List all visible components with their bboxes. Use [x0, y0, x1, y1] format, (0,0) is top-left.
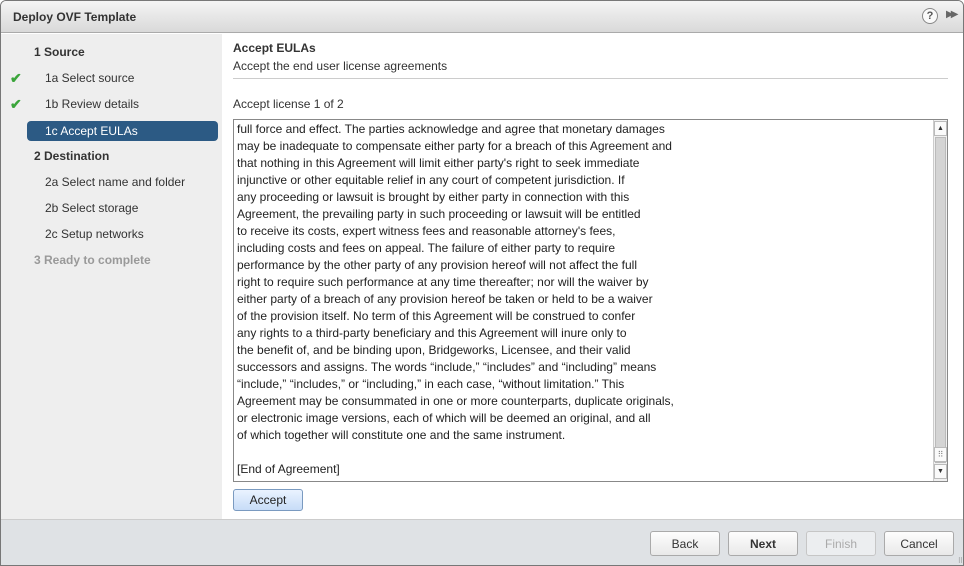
- next-button[interactable]: Next: [728, 531, 798, 556]
- check-icon: ✔: [10, 70, 22, 86]
- eula-text: full force and effect. The parties ackno…: [237, 122, 674, 476]
- expand-icon[interactable]: ▶▶: [946, 9, 959, 20]
- step-ready-to-complete: 3 Ready to complete: [34, 253, 151, 267]
- step-select-name-folder[interactable]: 2a Select name and folder: [1, 172, 222, 192]
- accept-button[interactable]: Accept: [233, 489, 303, 511]
- license-counter: Accept license 1 of 2: [233, 97, 344, 111]
- cancel-button[interactable]: Cancel: [884, 531, 954, 556]
- eula-textbox[interactable]: full force and effect. The parties ackno…: [233, 119, 948, 482]
- finish-button: Finish: [806, 531, 876, 556]
- resize-grip-icon[interactable]: ⠿: [958, 557, 963, 565]
- title-bar: Deploy OVF Template ? ▶▶: [1, 1, 963, 33]
- check-icon: ✔: [10, 96, 22, 112]
- dialog-title: Deploy OVF Template: [13, 10, 137, 24]
- step-select-source[interactable]: ✔ 1a Select source: [1, 68, 222, 88]
- footer: Back Next Finish Cancel ⠿: [1, 519, 963, 565]
- grip-icon[interactable]: ⠿: [934, 447, 947, 462]
- deploy-ovf-dialog: Deploy OVF Template ? ▶▶ 1 Source ✔ 1a Se…: [0, 0, 964, 566]
- step-accept-eulas[interactable]: 1c Accept EULAs: [27, 121, 218, 141]
- help-icon[interactable]: ?: [922, 8, 938, 24]
- scroll-down-icon[interactable]: ▼: [934, 464, 947, 479]
- page-subtitle: Accept the end user license agreements: [233, 59, 448, 73]
- divider: [233, 78, 948, 79]
- scrollbar-thumb[interactable]: [935, 137, 946, 463]
- step-source: 1 Source: [34, 45, 85, 59]
- main-panel: Accept EULAs Accept the end user license…: [223, 34, 963, 519]
- scroll-up-icon[interactable]: ▲: [934, 121, 947, 136]
- page-title: Accept EULAs: [233, 41, 316, 55]
- eula-scrollbar[interactable]: ▲ ⠿ ▼: [933, 120, 947, 481]
- wizard-steps: 1 Source ✔ 1a Select source ✔ 1b Review de…: [1, 34, 222, 519]
- back-button[interactable]: Back: [650, 531, 720, 556]
- step-setup-networks[interactable]: 2c Setup networks: [1, 224, 222, 244]
- step-review-details[interactable]: ✔ 1b Review details: [1, 94, 222, 114]
- step-destination: 2 Destination: [34, 149, 110, 163]
- step-select-storage[interactable]: 2b Select storage: [1, 198, 222, 218]
